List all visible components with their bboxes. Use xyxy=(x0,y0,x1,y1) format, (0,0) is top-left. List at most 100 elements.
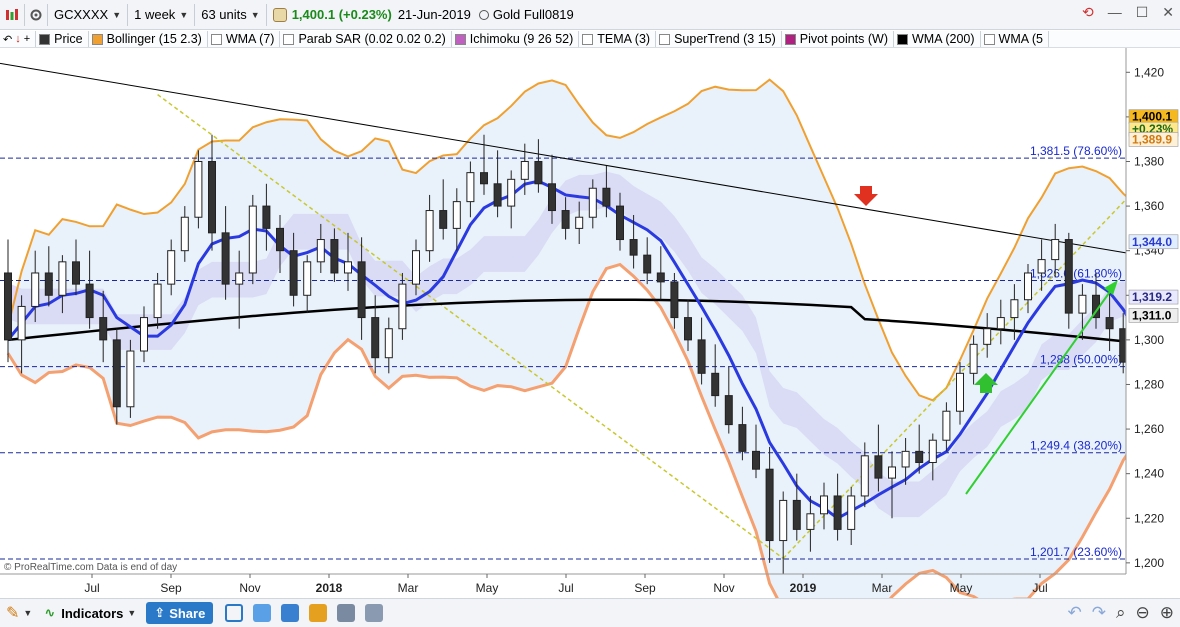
candle-body xyxy=(738,424,747,452)
indicator-swatch-icon xyxy=(582,33,594,45)
chevron-down-icon: ▼ xyxy=(127,608,137,618)
candle-body xyxy=(276,227,284,252)
indicator-label: WMA (200) xyxy=(912,32,975,46)
split-view-icon[interactable] xyxy=(225,604,244,622)
window-controls: ⟲ — ☐ ✕ xyxy=(1082,4,1174,21)
indicator-item[interactable]: WMA (7) xyxy=(208,31,281,47)
candle-body xyxy=(221,232,230,285)
candle-body xyxy=(235,272,244,285)
chevron-down-icon: ▼ xyxy=(179,9,189,20)
timeframe-label: 1 week xyxy=(134,7,176,22)
minimize-icon[interactable]: — xyxy=(1108,4,1122,21)
units-select[interactable]: 63 units ▼ xyxy=(195,3,267,26)
candle-body xyxy=(684,317,692,341)
candle-body xyxy=(31,272,40,307)
indicator-label: Bollinger (15 2.3) xyxy=(106,32,202,46)
candle-body xyxy=(616,205,624,241)
zoom-out-icon[interactable]: ⊖ xyxy=(1136,603,1150,623)
candle-body xyxy=(1051,239,1060,261)
y-tick-label: 1,300 xyxy=(1134,333,1164,347)
plus-icon[interactable]: + xyxy=(24,33,30,45)
indicator-item[interactable]: Pivot points (W) xyxy=(782,31,894,47)
top-toolbar: GCXXXX ▼ 1 week ▼ 63 units ▼ 1,400.1 (+0.23… xyxy=(0,0,1180,30)
chart-svg[interactable]: 1,381.5 (78.60%)1,326.6 (61.80%)1,288 (5… xyxy=(0,48,1180,627)
candle-body xyxy=(425,210,434,252)
fib-level-label: 1,249.4 (38.20%) xyxy=(1030,439,1122,453)
indicator-swatch-icon xyxy=(39,33,51,45)
x-tick-label: Nov xyxy=(239,581,260,595)
chart-type-icon[interactable] xyxy=(0,3,25,26)
candle-body xyxy=(956,372,964,412)
share-button[interactable]: ⇪ Share xyxy=(146,602,214,624)
candle-body xyxy=(792,499,801,530)
fib-level-label: 1,288 (50.00%) xyxy=(1040,353,1122,367)
candle-body xyxy=(670,281,679,319)
candle-body xyxy=(180,216,189,252)
candle-body xyxy=(724,395,733,426)
candle-body xyxy=(344,261,352,274)
candle-body xyxy=(928,439,937,464)
candle-body xyxy=(412,250,420,285)
product-name: Gold Full0819 xyxy=(492,7,574,22)
candle-body xyxy=(820,495,828,515)
product-radio[interactable] xyxy=(478,9,489,20)
drawing-tools-button[interactable]: ✎ ▼ xyxy=(0,601,38,625)
candle-body xyxy=(167,250,176,285)
x-tick-label: Mar xyxy=(872,581,893,595)
candle-body xyxy=(1105,317,1114,330)
candle-body xyxy=(575,216,584,229)
indicator-swatch-icon xyxy=(897,33,908,45)
indicator-label: WMA (5 xyxy=(998,32,1043,46)
redo-icon[interactable]: ↷ xyxy=(1092,603,1106,623)
indicator-item[interactable]: SuperTrend (3 15) xyxy=(656,31,782,47)
layout-icon[interactable] xyxy=(337,604,356,622)
candle-body xyxy=(752,450,760,470)
x-tick-label: Nov xyxy=(713,581,734,595)
x-tick-label: 2019 xyxy=(790,581,817,595)
undo-icon[interactable]: ↶ xyxy=(1067,603,1081,623)
candle-body xyxy=(534,160,543,185)
maximize-icon[interactable]: ☐ xyxy=(1136,4,1149,21)
indicator-swatch-icon xyxy=(91,33,103,45)
candle-body xyxy=(711,372,720,397)
indicator-item[interactable]: Parab SAR (0.02 0.02 0.2) xyxy=(280,31,452,47)
x-tick-label: Jul xyxy=(1032,581,1047,595)
timeframe-select[interactable]: 1 week ▼ xyxy=(128,3,196,26)
indicator-tools[interactable]: ↶ ↓ + xyxy=(0,31,37,47)
indicator-item[interactable]: WMA (200) xyxy=(894,31,981,47)
indicator-swatch-icon xyxy=(454,33,466,45)
candle-body xyxy=(779,499,788,542)
indicator-item[interactable]: WMA (5 xyxy=(981,31,1049,47)
chat-icon[interactable] xyxy=(281,604,300,622)
undo-icon[interactable]: ↶ xyxy=(3,33,12,46)
indicator-label: SuperTrend (3 15) xyxy=(674,32,776,46)
x-tick-label: Jul xyxy=(84,581,99,595)
candle-body xyxy=(765,468,774,542)
instrument-select[interactable]: GCXXXX ▼ xyxy=(48,3,129,26)
y-tick-label: 1,200 xyxy=(1134,556,1164,570)
indicator-label: Price xyxy=(54,32,83,46)
sync-icon[interactable]: ⟲ xyxy=(1082,4,1094,21)
alert-icon[interactable] xyxy=(309,604,328,622)
quote-icon[interactable] xyxy=(272,7,287,22)
indicators-button[interactable]: ∿ Indicators ▼ xyxy=(38,601,142,625)
price-chart[interactable]: 1,381.5 (78.60%) 1,326.6 (61.80%) 1,288 (5… xyxy=(0,48,1180,627)
comment-icon[interactable] xyxy=(253,604,272,622)
candle-body xyxy=(697,339,706,374)
indicator-item[interactable]: Price xyxy=(36,31,89,47)
grid-icon[interactable] xyxy=(365,604,384,622)
candle-body xyxy=(1010,299,1019,319)
candle-body xyxy=(493,183,502,207)
settings-icon[interactable] xyxy=(25,3,48,26)
indicator-item[interactable]: TEMA (3) xyxy=(579,31,657,47)
candle-body xyxy=(643,254,652,274)
indicator-label: Parab SAR (0.02 0.02 0.2) xyxy=(298,32,446,46)
indicator-item[interactable]: Ichimoku (9 26 52) xyxy=(452,31,580,47)
candle-body xyxy=(17,305,26,341)
close-icon[interactable]: ✕ xyxy=(1162,4,1174,21)
arrow-icon[interactable]: ↓ xyxy=(15,33,21,45)
zoom-in-icon[interactable]: ⊕ xyxy=(1160,603,1174,623)
indicator-swatch-icon xyxy=(983,33,995,45)
zoom-fit-icon[interactable]: ⌕ xyxy=(1116,603,1126,623)
indicator-item[interactable]: Bollinger (15 2.3) xyxy=(89,31,208,47)
